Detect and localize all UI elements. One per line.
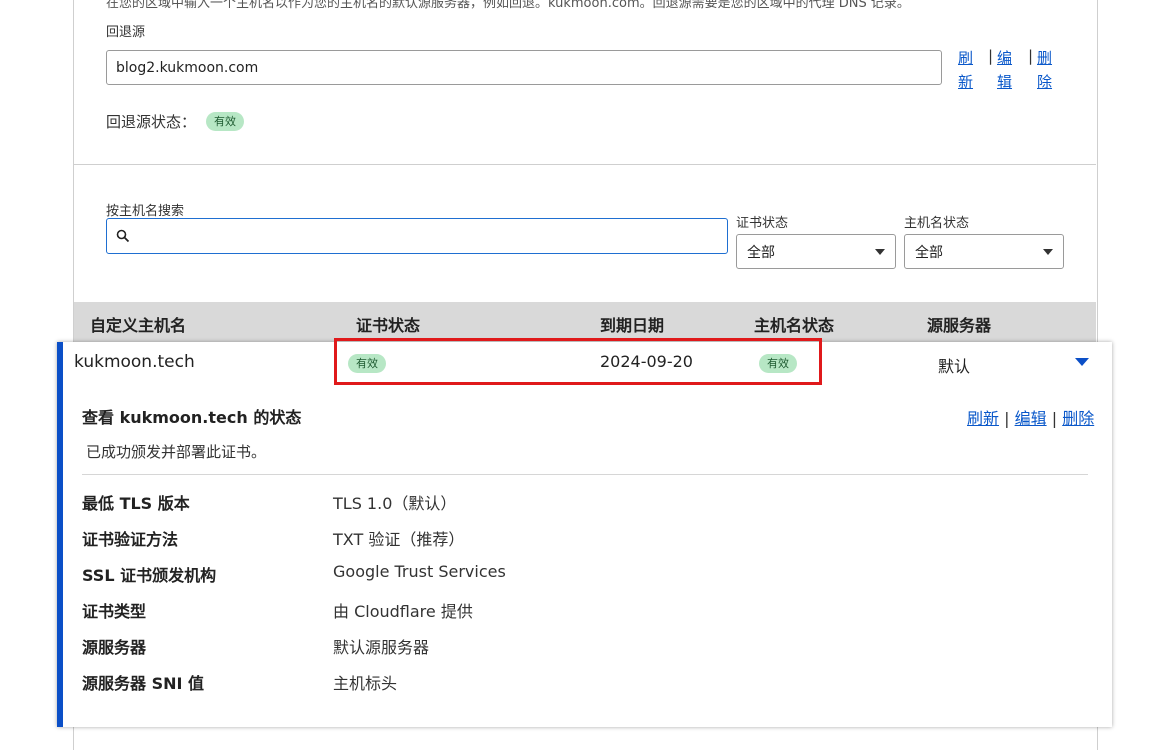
hostname-status-select-value: 全部 bbox=[915, 244, 943, 261]
fallback-status-label: 回退源状态： bbox=[106, 113, 197, 131]
separator: | bbox=[1028, 47, 1034, 65]
detail-divider bbox=[82, 474, 1088, 475]
field-value: TLS 1.0（默认） bbox=[333, 494, 457, 513]
fallback-description: 在您的区域中输入一个主机名以作为您的主机名的默认源服务器，例如回退。kukmoo… bbox=[106, 0, 910, 11]
fallback-edit-link[interactable]: 编辑 bbox=[997, 46, 1013, 94]
fallback-delete-link[interactable]: 删除 bbox=[1037, 46, 1053, 94]
field-label: 源服务器 bbox=[82, 638, 147, 657]
detail-message: 已成功颁发并部署此证书。 bbox=[86, 443, 267, 461]
field-label: 源服务器 SNI 值 bbox=[82, 674, 205, 693]
field-label: 证书验证方法 bbox=[82, 530, 179, 549]
collapse-toggle-icon[interactable] bbox=[1075, 358, 1089, 367]
separator: | bbox=[1004, 409, 1015, 428]
row-hostname[interactable]: kukmoon.tech bbox=[74, 352, 195, 372]
fallback-status-badge: 有效 bbox=[206, 112, 244, 131]
row-expiry-date: 2024-09-20 bbox=[600, 352, 693, 371]
field-value: 默认源服务器 bbox=[333, 638, 430, 657]
field-value: 主机标头 bbox=[333, 674, 398, 693]
detail-title: 查看 kukmoon.tech 的状态 bbox=[82, 408, 302, 427]
detail-delete-link[interactable]: 删除 bbox=[1062, 409, 1094, 428]
row-hostname-status-badge: 有效 bbox=[759, 354, 797, 373]
separator: | bbox=[988, 47, 994, 65]
row-origin: 默认 bbox=[938, 357, 971, 376]
row-cert-status-badge: 有效 bbox=[348, 354, 386, 373]
hostname-status-filter-label: 主机名状态 bbox=[904, 216, 970, 231]
expanded-hostname-row bbox=[57, 342, 1112, 727]
column-header-cert-status[interactable]: 证书状态 bbox=[356, 312, 420, 336]
search-icon bbox=[116, 229, 130, 243]
cert-status-filter-label: 证书状态 bbox=[736, 216, 789, 231]
detail-actions: 刷新 | 编辑 | 删除 bbox=[967, 405, 1094, 429]
cert-status-select-value: 全部 bbox=[747, 244, 775, 261]
fallback-refresh-link[interactable]: 刷新 bbox=[958, 46, 974, 94]
column-header-hostname[interactable]: 自定义主机名 bbox=[90, 312, 186, 336]
table-header: 自定义主机名 证书状态 到期日期 主机名状态 源服务器 bbox=[74, 302, 1096, 342]
fallback-origin-value: blog2.kukmoon.com bbox=[116, 59, 259, 76]
fallback-origin-input[interactable]: blog2.kukmoon.com bbox=[106, 50, 942, 85]
separator: | bbox=[1051, 409, 1063, 428]
hostname-status-select[interactable]: 全部 bbox=[904, 234, 1064, 269]
chevron-down-icon bbox=[875, 249, 885, 255]
field-label: 证书类型 bbox=[82, 602, 147, 621]
detail-refresh-link[interactable]: 刷新 bbox=[967, 409, 999, 428]
detail-edit-link[interactable]: 编辑 bbox=[1015, 409, 1047, 428]
column-header-expiry[interactable]: 到期日期 bbox=[600, 312, 664, 336]
field-value: Google Trust Services bbox=[333, 562, 506, 581]
field-value: TXT 验证（推荐） bbox=[333, 530, 465, 549]
field-label: 最低 TLS 版本 bbox=[82, 494, 190, 513]
fallback-origin-label: 回退源 bbox=[106, 25, 146, 40]
chevron-down-icon bbox=[1043, 249, 1053, 255]
section-divider bbox=[74, 164, 1096, 165]
search-label: 按主机名搜索 bbox=[106, 204, 185, 219]
column-header-origin[interactable]: 源服务器 bbox=[927, 312, 991, 336]
field-value: 由 Cloudflare 提供 bbox=[333, 602, 473, 621]
search-input[interactable] bbox=[106, 218, 728, 254]
field-label: SSL 证书颁发机构 bbox=[82, 566, 217, 585]
column-header-hostname-status[interactable]: 主机名状态 bbox=[754, 312, 834, 336]
cert-status-select[interactable]: 全部 bbox=[736, 234, 896, 269]
